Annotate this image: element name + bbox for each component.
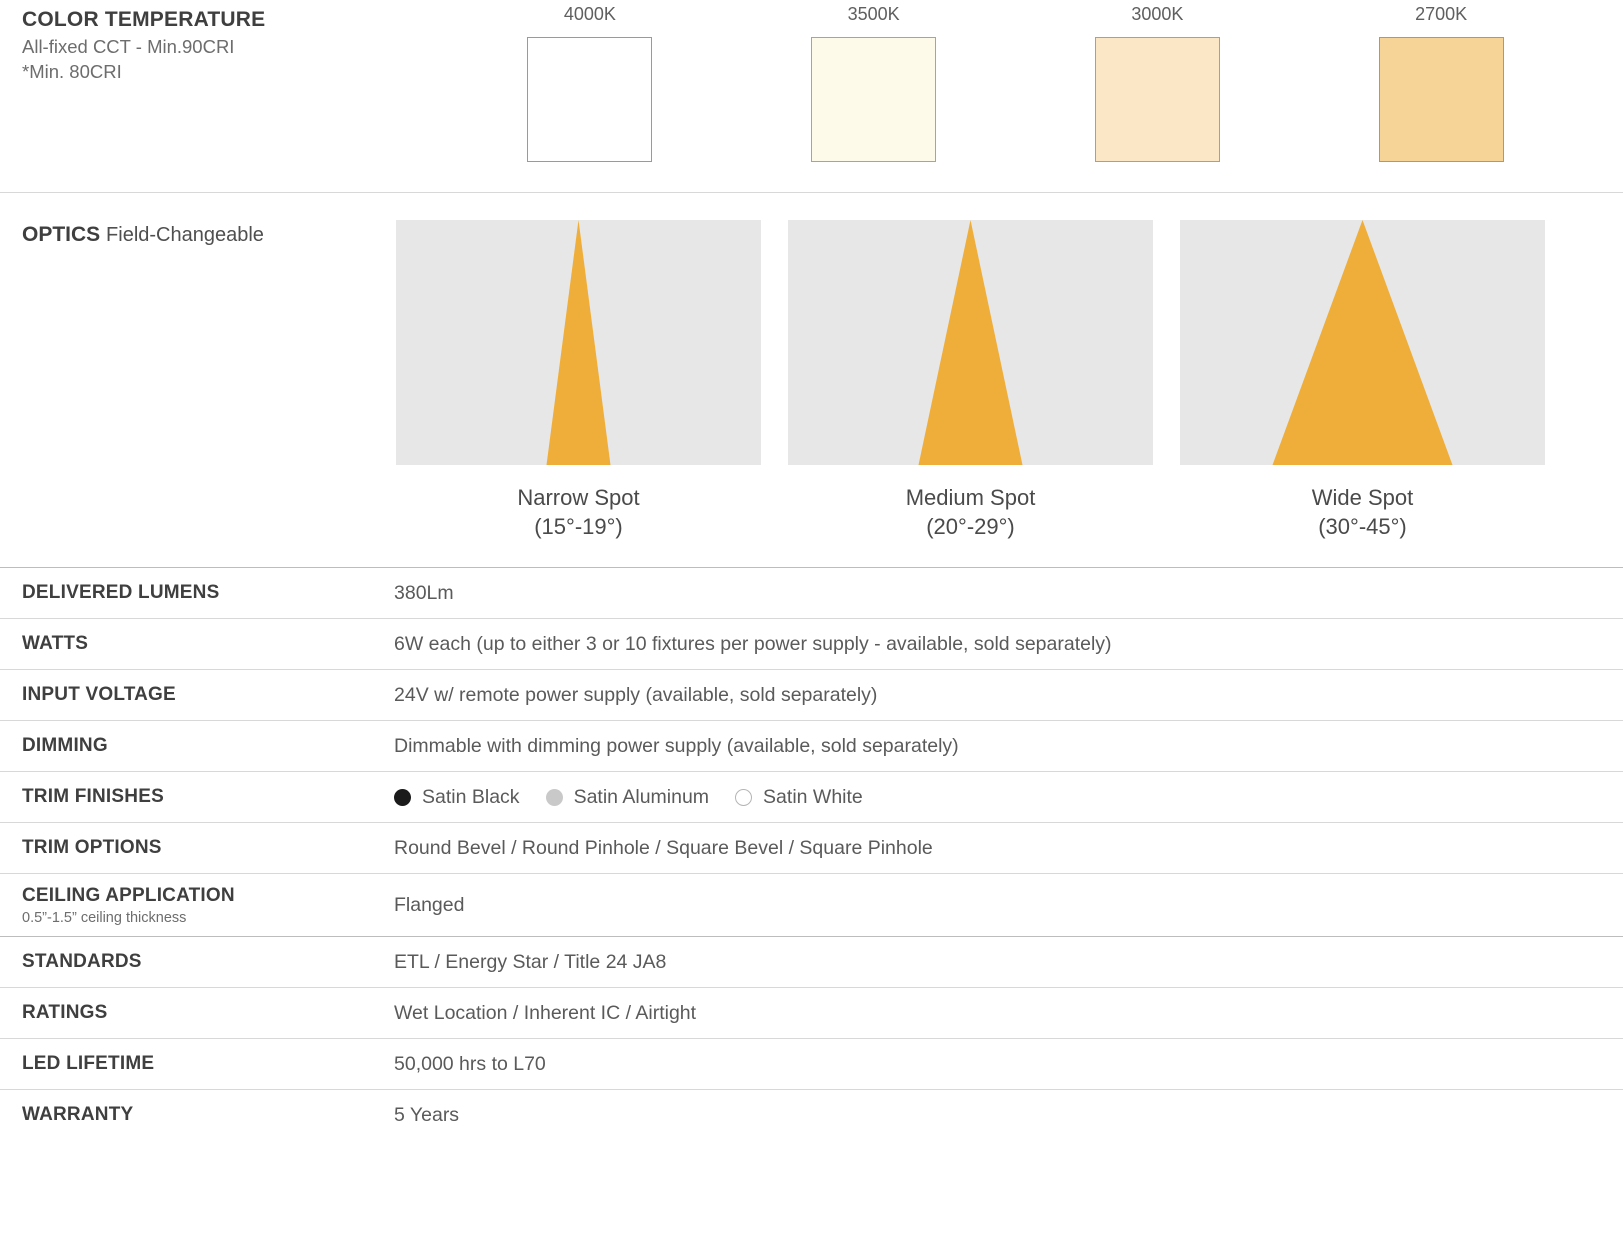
beam-caption: Wide Spot (30°-45°) [1180,483,1545,541]
beam-name: Narrow Spot [517,485,640,510]
spec-label-text: INPUT VOLTAGE [22,684,176,705]
spec-label-text: TRIM FINISHES [22,786,164,807]
cct-swatch-chip [1378,37,1504,162]
spec-row: DIMMING Dimmable with dimming power suppl… [0,721,1623,771]
cct-swatch-chip [811,37,937,162]
beam-cone-shape [1272,220,1453,465]
spec-value: Dimmable with dimming power supply (avai… [394,734,959,757]
cri-line-primary: All-fixed CCT - Min.90CRI [22,36,235,57]
color-temperature-heading: COLOR TEMPERATURE All-fixed CCT - Min.90… [22,8,442,84]
spec-label: LED LIFETIME [22,1053,394,1075]
beam-caption: Narrow Spot (15°-19°) [396,483,761,541]
spec-row: LED LIFETIME 50,000 hrs to L70 [0,1039,1623,1089]
finish-swatch-icon [394,788,411,806]
spec-label: DIMMING [22,735,394,757]
spec-label-text: DELIVERED LUMENS [22,582,220,603]
cct-swatch-label: 2700K [1415,4,1468,24]
spec-value: 5 Years [394,1103,460,1126]
spec-row: WATTS 6W each (up to either 3 or 10 fixtu… [0,619,1623,669]
beam-angle-range: (30°-45°) [1318,514,1407,540]
beam-angle-range: (20°-29°) [926,514,1015,540]
optics-section: OPTICS Field-Changeable Narrow Spot (15°-… [0,193,1623,567]
spec-row: INPUT VOLTAGE 24V w/ remote power supply … [0,670,1623,720]
trim-finish-options: Satin Black Satin Aluminum Satin White [394,786,889,809]
cct-swatch-label: 3500K [847,4,900,24]
spec-value: ETL / Energy Star / Title 24 JA8 [394,950,667,973]
trim-finish-option[interactable]: Satin White [735,786,863,809]
optic-beam-item: Medium Spot (20°-29°) [788,220,1153,541]
spec-value: Round Bevel / Round Pinhole / Square Bev… [394,836,933,859]
cct-swatch-item: 3500K [732,4,1016,162]
beam-angle-diagram [788,220,1153,465]
beam-angle-range: (15°-19°) [534,514,623,540]
finish-swatch-icon [735,788,753,806]
cct-swatch-item: 3000K [1016,4,1300,162]
spec-row: TRIM FINISHES Satin Black Satin Aluminum Sa… [0,772,1623,822]
optic-beam-item: Narrow Spot (15°-19°) [396,220,761,541]
optics-title: OPTICS [22,223,101,246]
cct-swatch-chip [1094,37,1220,162]
cct-swatch-item: 2700K [1299,4,1583,162]
trim-finish-option[interactable]: Satin Black [394,786,520,809]
spec-value: 380Lm [394,581,454,604]
color-temperature-swatch-list: 4000K 3500K 3000K 2700K [448,4,1583,162]
spec-label: CEILING APPLICATION 0.5”-1.5” ceiling thi… [22,885,394,926]
spec-sheet: COLOR TEMPERATURE All-fixed CCT - Min.90… [0,0,1623,1242]
specifications-table: DELIVERED LUMENS 380Lm WATTS 6W each (up to… [0,568,1623,1140]
spec-label: TRIM FINISHES [22,786,394,808]
spec-value: Satin Black Satin Aluminum Satin White [394,786,889,809]
trim-finish-option[interactable]: Satin Aluminum [545,785,710,809]
spec-value: 50,000 hrs to L70 [394,1052,546,1075]
finish-label: Satin Black [422,785,520,808]
color-temperature-section: COLOR TEMPERATURE All-fixed CCT - Min.90… [0,0,1623,192]
spec-row: RATINGS Wet Location / Inherent IC / Airt… [0,988,1623,1038]
spec-value: Wet Location / Inherent IC / Airtight [394,1001,697,1024]
spec-label-text: WARRANTY [22,1104,134,1125]
spec-row: CEILING APPLICATION 0.5”-1.5” ceiling thi… [0,874,1623,936]
finish-swatch-icon [545,788,563,806]
spec-label: STANDARDS [22,951,394,973]
cct-swatch-label: 4000K [563,4,616,24]
optic-beam-item: Wide Spot (30°-45°) [1180,220,1545,541]
optics-subtitle: Field-Changeable [106,224,264,246]
spec-row: TRIM OPTIONS Round Bevel / Round Pinhole … [0,823,1623,873]
spec-value: 6W each (up to either 3 or 10 fixtures p… [394,632,1112,655]
cct-swatch-chip [527,37,653,162]
optics-beam-list: Narrow Spot (15°-19°) Medium Spot (20°-29°)… [396,220,1545,541]
spec-label: WATTS [22,633,394,655]
spec-value: Flanged [394,893,465,916]
cct-swatch-label: 3000K [1131,4,1184,24]
spec-value: 24V w/ remote power supply (available, s… [394,683,878,706]
spec-label-text: STANDARDS [22,951,142,972]
beam-cone-shape [918,220,1023,465]
beam-angle-diagram [1180,220,1545,465]
spec-label: WARRANTY [22,1104,394,1126]
spec-label-text: CEILING APPLICATION [22,884,235,906]
beam-name: Medium Spot [905,485,1036,510]
beam-angle-diagram [396,220,761,465]
spec-label: DELIVERED LUMENS [22,582,394,604]
spec-label-text: TRIM OPTIONS [22,837,162,858]
beam-caption: Medium Spot (20°-29°) [788,483,1153,541]
spec-row: STANDARDS ETL / Energy Star / Title 24 JA… [0,937,1623,987]
spec-row: DELIVERED LUMENS 380Lm [0,568,1623,618]
optics-heading: OPTICS Field-Changeable [22,223,264,247]
beam-cone-shape [546,220,611,465]
spec-label-text: LED LIFETIME [22,1053,155,1074]
spec-label: INPUT VOLTAGE [22,684,394,706]
finish-label: Satin White [763,785,863,808]
spec-label-text: WATTS [22,633,89,654]
spec-row: WARRANTY 5 Years [0,1090,1623,1140]
spec-label-text: DIMMING [22,735,108,756]
beam-name: Wide Spot [1311,485,1414,510]
spec-label-subtext: 0.5”-1.5” ceiling thickness [22,909,187,926]
color-temperature-subtitle: All-fixed CCT - Min.90CRI *Min. 80CRI [22,34,442,84]
color-temperature-title: COLOR TEMPERATURE [22,8,266,31]
spec-label-text: RATINGS [22,1002,108,1023]
spec-label: TRIM OPTIONS [22,837,394,859]
finish-label: Satin Aluminum [573,785,710,808]
cri-line-secondary: *Min. 80CRI [22,61,122,83]
cct-swatch-item: 4000K [448,4,732,162]
spec-label: RATINGS [22,1002,394,1024]
